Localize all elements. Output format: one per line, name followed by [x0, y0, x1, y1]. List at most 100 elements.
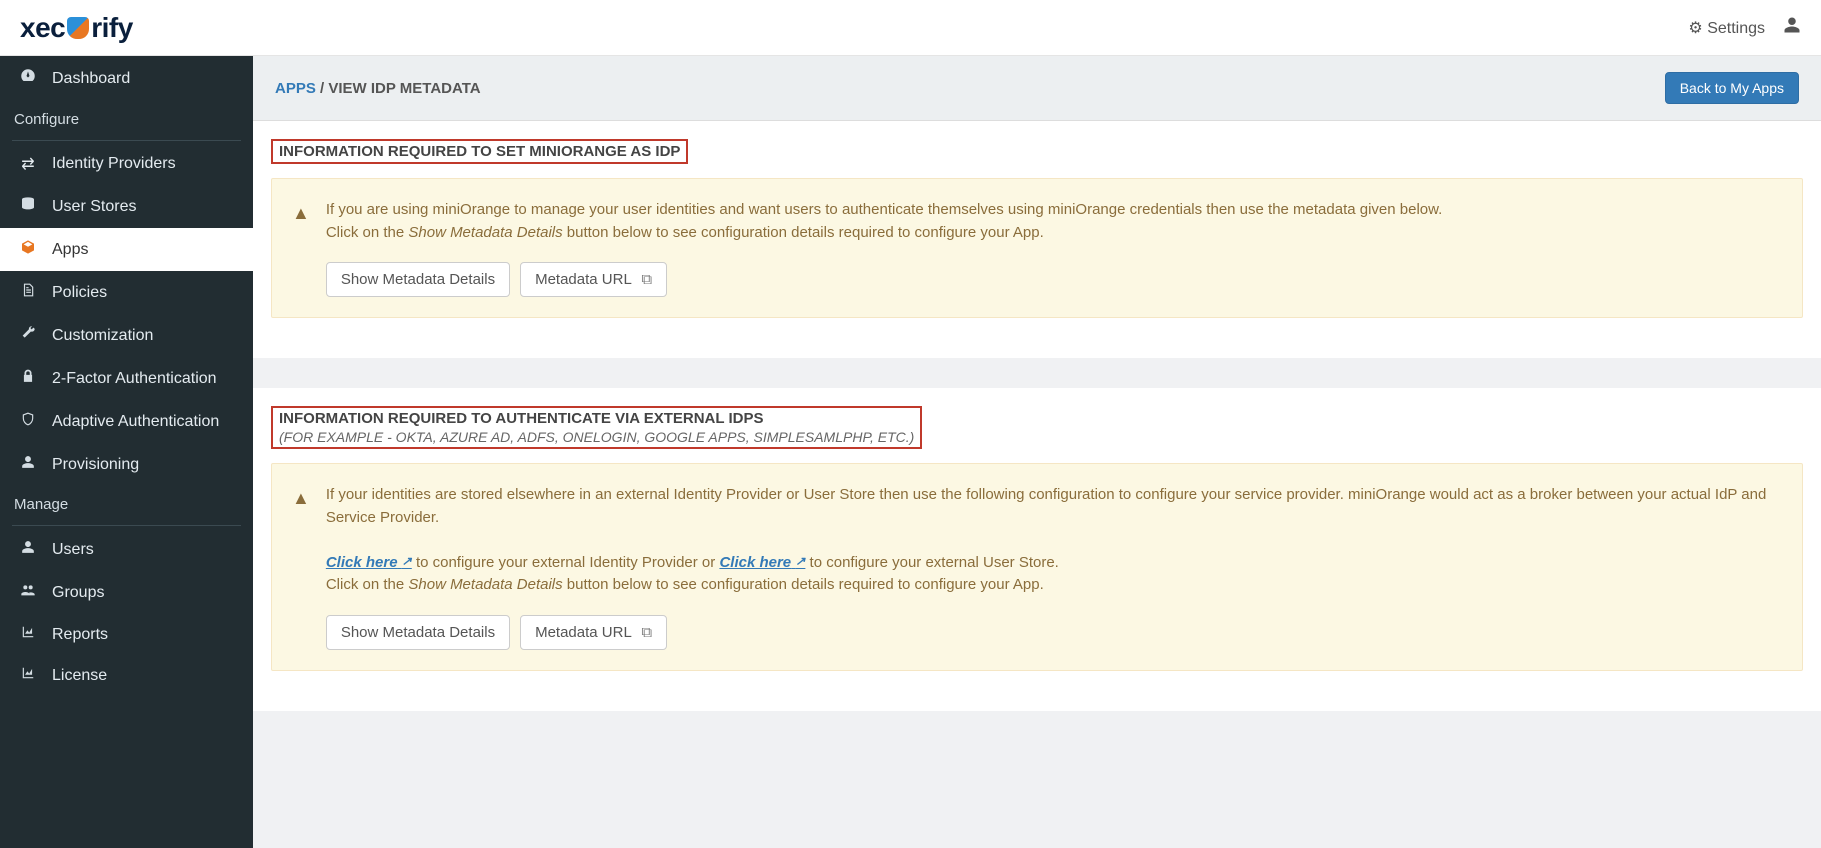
link-text: Click here [719, 554, 791, 571]
info-alert: ▲ If your identities are stored elsewher… [271, 463, 1803, 671]
shield-icon [67, 17, 89, 39]
settings-label: Settings [1707, 20, 1765, 37]
button-label: Metadata URL [535, 271, 631, 288]
lock-icon [18, 368, 38, 389]
sidebar-item-label: 2-Factor Authentication [52, 370, 217, 388]
sidebar-item-label: License [52, 667, 107, 685]
database-icon [18, 196, 38, 217]
emphasis: Show Metadata Details [408, 576, 562, 593]
gear-icon: ⚙ [1688, 20, 1702, 37]
breadcrumb: APPS / VIEW IDP METADATA [275, 80, 481, 97]
text: Click on the [326, 576, 409, 593]
layout: Dashboard Configure ⇄ Identity Providers… [0, 56, 1821, 848]
alert-text-1: If you are using miniOrange to manage yo… [326, 199, 1782, 222]
show-metadata-button[interactable]: Show Metadata Details [326, 262, 510, 297]
top-bar: xec rify ⚙ Settings [0, 0, 1821, 56]
sidebar-item-label: Reports [52, 626, 108, 644]
user-icon [18, 539, 38, 560]
sidebar: Dashboard Configure ⇄ Identity Providers… [0, 56, 253, 848]
breadcrumb-bar: APPS / VIEW IDP METADATA Back to My Apps [253, 56, 1821, 121]
emphasis: Show Metadata Details [408, 224, 562, 241]
panel-gap [253, 358, 1821, 388]
button-label: Metadata URL [535, 624, 631, 641]
logo: xec rify [20, 12, 133, 44]
panel-external-idps: INFORMATION REQUIRED TO AUTHENTICATE VIA… [253, 388, 1821, 711]
sidebar-item-users[interactable]: Users [0, 528, 253, 571]
breadcrumb-root[interactable]: APPS [275, 80, 316, 97]
user-icon[interactable] [1783, 16, 1801, 39]
settings-link[interactable]: ⚙ Settings [1688, 18, 1765, 38]
sidebar-item-dashboard[interactable]: Dashboard [0, 56, 253, 101]
section-subtitle: (FOR EXAMPLE - OKTA, AZURE AD, ADFS, ONE… [279, 429, 914, 445]
section-title-box: INFORMATION REQUIRED TO SET MINIORANGE A… [271, 139, 688, 164]
document-icon [18, 282, 38, 303]
sidebar-item-provisioning[interactable]: Provisioning [0, 443, 253, 486]
configure-user-store-link[interactable]: Click here ↗ [719, 554, 805, 571]
sidebar-item-label: Groups [52, 584, 104, 602]
shield-outline-icon [18, 411, 38, 432]
alert-body: If your identities are stored elsewhere … [326, 484, 1782, 650]
sidebar-item-label: Provisioning [52, 456, 139, 474]
sidebar-item-label: Apps [52, 241, 88, 259]
main-content: APPS / VIEW IDP METADATA Back to My Apps… [253, 56, 1821, 848]
sidebar-section-configure: Configure [0, 101, 253, 138]
metadata-url-button[interactable]: Metadata URL ⧉ [520, 615, 667, 650]
logo-text-left: xec [20, 12, 65, 44]
text: to configure your external User Store. [805, 554, 1058, 571]
button-row: Show Metadata Details Metadata URL ⧉ [326, 262, 1782, 297]
alert-links-line: Click here ↗ to configure your external … [326, 552, 1782, 575]
link-text: Click here [326, 554, 398, 571]
sidebar-item-customization[interactable]: Customization [0, 314, 253, 357]
warning-icon: ▲ [292, 203, 310, 297]
info-alert: ▲ If you are using miniOrange to manage … [271, 178, 1803, 318]
top-right: ⚙ Settings [1688, 16, 1801, 39]
alert-text-1: If your identities are stored elsewhere … [326, 484, 1782, 529]
users-icon [18, 582, 38, 603]
sidebar-item-label: Policies [52, 284, 107, 302]
back-to-apps-button[interactable]: Back to My Apps [1665, 72, 1799, 104]
metadata-url-button[interactable]: Metadata URL ⧉ [520, 262, 667, 297]
copy-icon: ⧉ [641, 271, 652, 288]
breadcrumb-sep: / [316, 80, 329, 97]
cube-icon [18, 239, 38, 260]
section-title-box: INFORMATION REQUIRED TO AUTHENTICATE VIA… [271, 406, 922, 449]
sidebar-item-identity-providers[interactable]: ⇄ Identity Providers [0, 143, 253, 185]
sidebar-item-policies[interactable]: Policies [0, 271, 253, 314]
wrench-icon [18, 325, 38, 346]
configure-idp-link[interactable]: Click here ↗ [326, 554, 412, 571]
sidebar-item-user-stores[interactable]: User Stores [0, 185, 253, 228]
divider [12, 525, 241, 526]
copy-icon: ⧉ [641, 624, 652, 641]
sidebar-item-label: Adaptive Authentication [52, 413, 219, 431]
external-link-icon: ↗ [402, 554, 412, 568]
breadcrumb-current: VIEW IDP METADATA [328, 80, 480, 97]
sidebar-item-label: Identity Providers [52, 155, 176, 173]
chart-icon [18, 666, 38, 685]
alert-text-2: Click on the Show Metadata Details butto… [326, 222, 1782, 245]
sidebar-item-2fa[interactable]: 2-Factor Authentication [0, 357, 253, 400]
alert-body: If you are using miniOrange to manage yo… [326, 199, 1782, 297]
alert-text-3: Click on the Show Metadata Details butto… [326, 574, 1782, 597]
sidebar-item-apps[interactable]: Apps [0, 228, 253, 271]
sidebar-item-label: Users [52, 541, 94, 559]
button-row: Show Metadata Details Metadata URL ⧉ [326, 615, 1782, 650]
chart-icon [18, 625, 38, 644]
sidebar-item-groups[interactable]: Groups [0, 571, 253, 614]
warning-icon: ▲ [292, 488, 310, 650]
show-metadata-button[interactable]: Show Metadata Details [326, 615, 510, 650]
sidebar-item-label: Customization [52, 327, 153, 345]
user-icon [18, 454, 38, 475]
text: button below to see configuration detail… [563, 576, 1044, 593]
text: Click on the [326, 224, 409, 241]
text: button below to see configuration detail… [563, 224, 1044, 241]
text: to configure your external Identity Prov… [412, 554, 720, 571]
section-title: INFORMATION REQUIRED TO AUTHENTICATE VIA… [279, 410, 914, 427]
exchange-icon: ⇄ [18, 154, 38, 174]
sidebar-item-label: User Stores [52, 198, 136, 216]
sidebar-item-license[interactable]: License [0, 655, 253, 696]
dashboard-icon [18, 67, 38, 90]
sidebar-item-adaptive-auth[interactable]: Adaptive Authentication [0, 400, 253, 443]
sidebar-item-reports[interactable]: Reports [0, 614, 253, 655]
sidebar-section-manage: Manage [0, 486, 253, 523]
logo-text-right: rify [91, 12, 133, 44]
